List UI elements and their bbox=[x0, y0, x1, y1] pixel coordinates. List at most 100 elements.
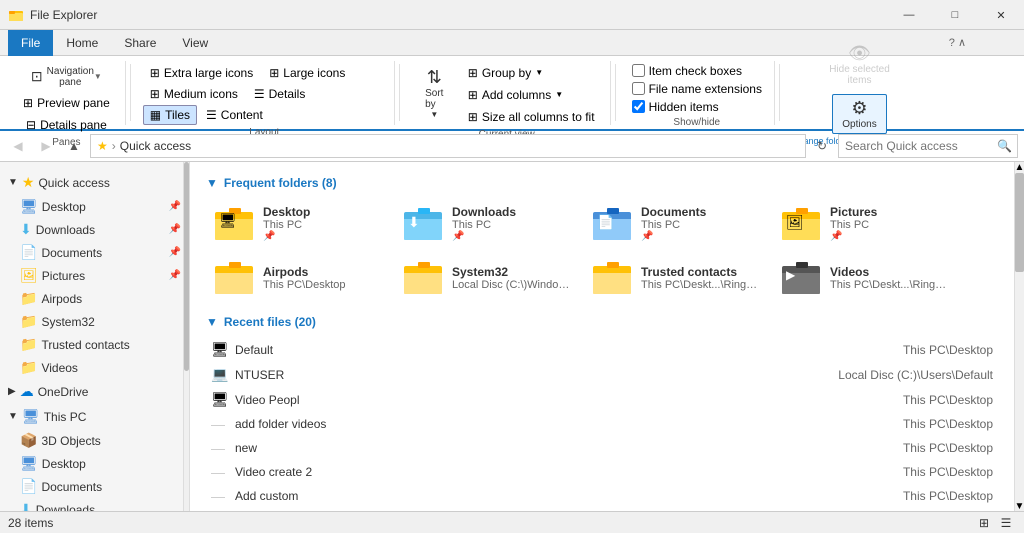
desktop-pc-icon: 🖥 bbox=[20, 455, 38, 472]
tab-home[interactable]: Home bbox=[53, 30, 111, 56]
folder-airpods-icon bbox=[215, 260, 255, 296]
file-row-new[interactable]: — new This PC\Desktop bbox=[206, 436, 998, 460]
tab-file[interactable]: File bbox=[8, 30, 53, 56]
file-ext-toggle[interactable]: File name extensions bbox=[628, 81, 766, 97]
desktop-pin: 📌 bbox=[169, 201, 181, 212]
sep4 bbox=[779, 64, 780, 121]
folder-documents-name: Documents bbox=[641, 205, 706, 219]
sidebar-item-desktop[interactable]: 🖥 Desktop 📌 bbox=[0, 195, 189, 218]
folder-trusted-info: Trusted contacts This PC\Deskt...\Ringto… bbox=[641, 265, 760, 291]
onedrive-chevron: ▶ bbox=[8, 386, 16, 397]
large-icons-button[interactable]: ⊞ Large icons bbox=[262, 63, 352, 83]
back-button[interactable]: ◀ bbox=[6, 135, 30, 157]
size-icon: ⊞ bbox=[468, 110, 478, 124]
content-button[interactable]: ☰ Content bbox=[199, 105, 270, 125]
hide-selected-button[interactable]: 👁 Hide selected items bbox=[822, 39, 897, 90]
folder-trusted-contacts[interactable]: Trusted contacts This PC\Deskt...\Ringto… bbox=[584, 253, 769, 303]
documents-icon: 📄 bbox=[20, 244, 37, 261]
frequent-folders-header[interactable]: ▼ Frequent folders (8) bbox=[206, 176, 998, 190]
forward-button[interactable]: ▶ bbox=[34, 135, 58, 157]
recent-files-header[interactable]: ▼ Recent files (20) bbox=[206, 315, 998, 329]
file-row-ntuser[interactable]: 💻 NTUSER Local Disc (C:)\Users\Default bbox=[206, 362, 998, 387]
minimize-button[interactable]: — bbox=[886, 0, 932, 30]
details-pane-icon: ⊟ bbox=[26, 118, 36, 132]
sidebar-item-desktop-pc[interactable]: 🖥 Desktop bbox=[0, 452, 189, 475]
this-pc-header[interactable]: ▼ 🖥 This PC bbox=[0, 404, 189, 429]
maximize-button[interactable]: □ bbox=[932, 0, 978, 30]
sidebar-item-videos[interactable]: 📁 Videos bbox=[0, 356, 189, 379]
folder-system32-name: System32 bbox=[452, 265, 571, 279]
scrollbar-thumb[interactable] bbox=[1015, 173, 1024, 272]
preview-pane-button[interactable]: ⊞ Preview pane bbox=[16, 93, 117, 113]
hidden-items-check[interactable] bbox=[632, 100, 645, 113]
folder-downloads[interactable]: ⬇ Downloads This PC 📌 bbox=[395, 198, 580, 249]
content-icon: ☰ bbox=[206, 108, 217, 122]
folder-pictures[interactable]: 🖼 Pictures This PC 📌 bbox=[773, 198, 958, 249]
close-button[interactable]: ✕ bbox=[978, 0, 1024, 30]
file-video-peopl-name: Video Peopl bbox=[235, 393, 793, 407]
scroll-up-button[interactable]: ▲ bbox=[1015, 162, 1024, 172]
sort-by-button[interactable]: ⇅ Sort by ▼ bbox=[412, 63, 457, 123]
file-row-video-peopl[interactable]: 🖥 Video Peopl This PC\Desktop bbox=[206, 387, 998, 412]
folder-desktop[interactable]: 🖥 Desktop This PC 📌 bbox=[206, 198, 391, 249]
item-checkboxes-check[interactable] bbox=[632, 64, 645, 77]
sidebar-scrollbar-thumb[interactable] bbox=[184, 162, 189, 371]
help-button[interactable]: ? ∧ bbox=[949, 36, 966, 49]
up-button[interactable]: ▲ bbox=[62, 135, 86, 157]
desktop-icon: 🖥 bbox=[20, 198, 38, 215]
scroll-down-button[interactable]: ▼ bbox=[1015, 501, 1024, 511]
folder-airpods[interactable]: Airpods This PC\Desktop bbox=[206, 253, 391, 303]
file-row-add[interactable]: — Add This PC\Desktop bbox=[206, 508, 998, 511]
hidden-items-toggle[interactable]: Hidden items bbox=[628, 99, 766, 115]
file-row-default[interactable]: 🖥 Default This PC\Desktop bbox=[206, 337, 998, 362]
options-button[interactable]: ⚙ Options bbox=[832, 94, 887, 134]
address-path[interactable]: ★ › Quick access bbox=[90, 134, 806, 158]
file-row-video-create-2[interactable]: — Video create 2 This PC\Desktop bbox=[206, 460, 998, 484]
add-columns-button[interactable]: ⊞ Add columns ▼ bbox=[461, 85, 602, 105]
folder-desktop-icon: 🖥 bbox=[215, 206, 255, 242]
folder-pictures-path: This PC bbox=[830, 219, 877, 231]
3d-objects-label: 3D Objects bbox=[41, 434, 181, 448]
refresh-button[interactable]: ↻ bbox=[810, 135, 834, 157]
sidebar-item-trusted-contacts[interactable]: 📁 Trusted contacts bbox=[0, 333, 189, 356]
file-ext-check[interactable] bbox=[632, 82, 645, 95]
search-input[interactable] bbox=[838, 134, 1018, 158]
sidebar-item-pictures[interactable]: 🖼 Pictures 📌 bbox=[0, 264, 189, 287]
folder-documents[interactable]: 📄 Documents This PC 📌 bbox=[584, 198, 769, 249]
sidebar-item-3d-objects[interactable]: 📦 3D Objects bbox=[0, 429, 189, 452]
folder-videos[interactable]: ▶ Videos This PC\Deskt...\Ringtones bbox=[773, 253, 958, 303]
file-row-add-folder[interactable]: — add folder videos This PC\Desktop bbox=[206, 412, 998, 436]
status-list-view[interactable]: ☰ bbox=[996, 514, 1016, 532]
details-button[interactable]: ☰ Details bbox=[247, 84, 312, 104]
sidebar-item-downloads-pc[interactable]: ⬇ Downloads bbox=[0, 498, 189, 511]
tiles-button[interactable]: ▦ Tiles bbox=[143, 105, 197, 125]
ribbon-options-group: 👁 Hide selected items ⚙ Options Change f… bbox=[784, 61, 935, 125]
tab-view[interactable]: View bbox=[169, 30, 221, 56]
details-pane-button[interactable]: ⊟ Details pane bbox=[19, 115, 114, 135]
search-icon: 🔍 bbox=[997, 139, 1012, 153]
medium-icons-button[interactable]: ⊞ Medium icons bbox=[143, 84, 245, 104]
file-row-add-custom[interactable]: — Add custom This PC\Desktop bbox=[206, 484, 998, 508]
folder-trusted-path: This PC\Deskt...\Ringtones bbox=[641, 279, 760, 291]
recent-label: Recent files (20) bbox=[224, 315, 316, 329]
sidebar-item-system32[interactable]: 📁 System32 bbox=[0, 310, 189, 333]
status-icon-view[interactable]: ⊞ bbox=[974, 514, 994, 532]
sidebar: ▼ ★ Quick access 🖥 Desktop 📌 ⬇ Downloads… bbox=[0, 162, 190, 511]
size-columns-button[interactable]: ⊞ Size all columns to fit bbox=[461, 107, 602, 127]
quick-access-header[interactable]: ▼ ★ Quick access bbox=[0, 170, 189, 195]
tab-share[interactable]: Share bbox=[111, 30, 169, 56]
sep3 bbox=[615, 64, 616, 121]
navigation-pane-button[interactable]: ⊡ Navigation pane ▼ bbox=[26, 63, 107, 91]
sidebar-item-documents[interactable]: 📄 Documents 📌 bbox=[0, 241, 189, 264]
sidebar-item-downloads[interactable]: ⬇ Downloads 📌 bbox=[0, 218, 189, 241]
item-checkboxes-toggle[interactable]: Item check boxes bbox=[628, 63, 766, 79]
content-scrollbar: ▲ ▼ bbox=[1014, 162, 1024, 511]
item-count: 28 items bbox=[8, 516, 53, 530]
extra-large-icons-button[interactable]: ⊞ Extra large icons bbox=[143, 63, 260, 83]
sidebar-item-airpods[interactable]: 📁 Airpods bbox=[0, 287, 189, 310]
group-icon: ⊞ bbox=[468, 66, 478, 80]
folder-system32[interactable]: System32 Local Disc (C:\)Windows bbox=[395, 253, 580, 303]
group-by-button[interactable]: ⊞ Group by ▼ bbox=[461, 63, 602, 83]
onedrive-header[interactable]: ▶ ☁ OneDrive bbox=[0, 379, 189, 404]
sidebar-item-documents-pc[interactable]: 📄 Documents bbox=[0, 475, 189, 498]
